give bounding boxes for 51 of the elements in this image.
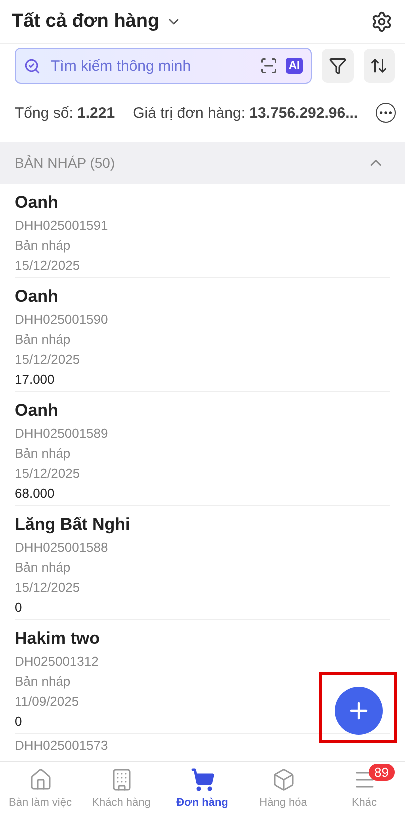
cart-icon bbox=[190, 768, 214, 792]
notification-badge: 89 bbox=[368, 764, 395, 781]
more-icon bbox=[376, 103, 396, 123]
order-code: DH025001312 bbox=[15, 653, 99, 671]
order-amount: 0 bbox=[15, 713, 22, 731]
home-icon bbox=[28, 768, 52, 792]
order-status: Bản nháp bbox=[15, 237, 71, 255]
draft-section-header[interactable]: BẢN NHÁP (50) bbox=[0, 142, 405, 184]
order-code: DHH025001591 bbox=[15, 217, 108, 235]
order-amount: 0 bbox=[15, 599, 22, 617]
order-row[interactable]: Oanh DHH025001590 Bản nháp 15/12/2025 17.000 bbox=[15, 278, 390, 392]
order-row[interactable]: Oanh DHH025001591 Bản nháp 15/12/2025 bbox=[15, 184, 390, 278]
settings-icon bbox=[371, 10, 393, 32]
ai-badge[interactable]: AI bbox=[286, 58, 303, 74]
order-code: DHH025001589 bbox=[15, 425, 108, 443]
customer-name: Lăng Bất Nghi bbox=[15, 514, 130, 536]
order-date: 15/12/2025 bbox=[15, 579, 80, 597]
nav-tab[interactable]: Đơn hàng bbox=[162, 768, 243, 809]
order-date: 15/12/2025 bbox=[15, 257, 80, 275]
smart-search-icon bbox=[24, 58, 41, 74]
customer-name: Oanh bbox=[15, 192, 58, 214]
add-order-button[interactable] bbox=[335, 687, 383, 735]
filter-button[interactable] bbox=[322, 49, 354, 83]
order-status: Bản nháp bbox=[15, 331, 71, 349]
order-code: DHH025001573 bbox=[15, 737, 108, 755]
settings-button[interactable] bbox=[371, 10, 393, 32]
sort-icon bbox=[370, 57, 388, 75]
customer-name: Oanh bbox=[15, 286, 58, 308]
order-status: Bản nháp bbox=[15, 445, 71, 463]
order-amount: 17.000 bbox=[15, 371, 55, 389]
order-filter-dropdown[interactable]: Tất cả đơn hàng bbox=[12, 10, 371, 32]
order-code: DHH025001588 bbox=[15, 539, 108, 557]
order-date: 15/12/2025 bbox=[15, 465, 80, 483]
scan-icon[interactable] bbox=[260, 57, 278, 75]
search-field[interactable]: Tìm kiếm thông minh AI bbox=[15, 48, 312, 84]
order-date: 11/09/2025 bbox=[15, 693, 80, 711]
customer-name: Oanh bbox=[15, 400, 58, 422]
total-count: Tổng số: 1.221 bbox=[15, 104, 116, 122]
filter-icon bbox=[328, 57, 347, 75]
order-row[interactable]: Oanh DHH025001589 Bản nháp 15/12/2025 68.000 bbox=[15, 392, 390, 506]
order-amount: 68.000 bbox=[15, 485, 55, 503]
order-row[interactable]: Lăng Bất Nghi DHH025001588 Bản nháp 15/12/2025 0 bbox=[15, 506, 390, 620]
customer-name: Hakim two bbox=[15, 628, 100, 650]
order-status: Bản nháp bbox=[15, 559, 71, 577]
more-button[interactable] bbox=[376, 103, 396, 123]
order-status: Bản nháp bbox=[15, 673, 71, 691]
order-code: DHH025001590 bbox=[15, 311, 108, 329]
box-icon bbox=[272, 768, 296, 792]
order-value: Giá trị đơn hàng: 13.756.292.96... bbox=[133, 104, 358, 122]
sort-button[interactable] bbox=[364, 49, 395, 83]
order-date: 15/12/2025 bbox=[15, 351, 80, 369]
